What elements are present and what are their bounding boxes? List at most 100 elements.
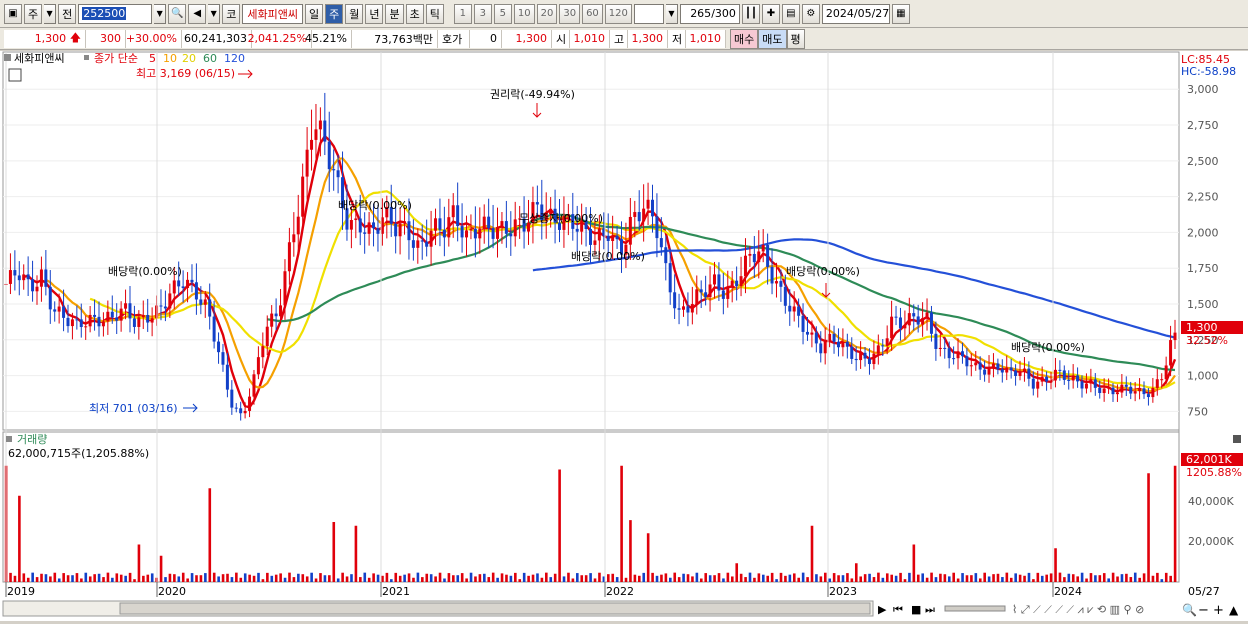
- legend-ma-10: 10: [163, 52, 177, 65]
- expand-icon[interactable]: ▲: [1229, 603, 1239, 617]
- period-day[interactable]: 일: [304, 3, 324, 24]
- volume-bar: [248, 574, 251, 582]
- close-icon[interactable]: [1233, 435, 1241, 443]
- candle-body: [1062, 370, 1066, 380]
- candle-body: [234, 407, 238, 409]
- save-icon[interactable]: ▤: [781, 3, 800, 24]
- period-minute[interactable]: 분: [385, 3, 404, 24]
- volume-bar: [695, 572, 699, 582]
- interval-dropdown-icon[interactable]: ▼: [665, 3, 678, 24]
- candle-body: [615, 235, 619, 240]
- volume-bar: [496, 577, 499, 582]
- buy-button[interactable]: 매수: [730, 28, 759, 49]
- candle-body: [947, 348, 951, 359]
- interval-3[interactable]: 3: [473, 3, 492, 24]
- candle-body: [996, 363, 1000, 370]
- interval-10[interactable]: 10: [513, 3, 535, 24]
- volume-bar: [784, 575, 787, 582]
- candle-body: [814, 332, 818, 344]
- interval-1[interactable]: 1: [453, 3, 472, 24]
- window-icon[interactable]: ▣: [4, 3, 22, 24]
- volume-bar: [26, 577, 30, 582]
- period-year[interactable]: 년: [365, 3, 384, 24]
- calculator-icon[interactable]: [8, 68, 22, 82]
- stock-code-input[interactable]: 252500: [78, 3, 153, 24]
- volume-bar: [1173, 465, 1177, 582]
- period-second[interactable]: 초: [405, 3, 424, 24]
- crosshair-icon[interactable]: ✚: [761, 3, 780, 24]
- volume-bar: [478, 574, 482, 582]
- rewind-icon[interactable]: ⏮: [893, 603, 903, 616]
- scroll-thumb[interactable]: [119, 602, 871, 615]
- period-tick[interactable]: 틱: [425, 3, 444, 24]
- volume-bar: [536, 573, 539, 582]
- volume-bar: [186, 578, 189, 582]
- price-tick: 2,000: [1187, 226, 1219, 239]
- drawing-tools-icon[interactable]: ⌇ ⤢ ⟋ ⟋ ⟋ ⟋ ⩘ ⩗ ⟲ ▥ ⚲ ⊘: [1012, 603, 1144, 616]
- eval-button[interactable]: 평: [786, 28, 805, 49]
- candle-body: [828, 333, 832, 342]
- volume-bar: [266, 572, 269, 582]
- stock-type-button[interactable]: 코: [222, 3, 241, 24]
- candle-body: [628, 216, 632, 245]
- gear-icon[interactable]: ⚙: [801, 3, 820, 24]
- volume-bar: [1125, 573, 1128, 582]
- volume-bar: [686, 574, 690, 582]
- volume-bar: [956, 578, 960, 582]
- candle-body: [704, 292, 708, 298]
- zoom-in-icon[interactable]: +: [1213, 603, 1224, 618]
- zoom-out-icon[interactable]: −: [1198, 603, 1209, 618]
- volume-bar: [841, 575, 845, 582]
- chart-area[interactable]: 3,000 2,750 2,500 2,250 2,000 1,750 1,500 1,250…: [0, 51, 1248, 621]
- volume-bar: [983, 572, 986, 582]
- volume-bar: [788, 574, 792, 582]
- volume-bar: [1169, 575, 1172, 582]
- volume-bar: [190, 573, 194, 582]
- interval-60[interactable]: 60: [582, 3, 603, 24]
- candle-body: [199, 299, 203, 305]
- interval-120[interactable]: 120: [604, 3, 632, 24]
- volume-bar: [859, 576, 863, 582]
- candle-body: [106, 311, 110, 322]
- candle-body: [611, 235, 615, 241]
- speaker-icon[interactable]: ◀: [188, 3, 207, 24]
- candle-type-icon[interactable]: ┃┃: [741, 3, 760, 24]
- stock-chart[interactable]: 3,0002,7502,5002,2502,0001,7501,5001,250…: [0, 51, 1248, 621]
- stop-icon[interactable]: ■: [911, 603, 921, 616]
- search-icon[interactable]: 🔍: [168, 3, 187, 24]
- candle-body: [912, 313, 916, 317]
- volume-bar: [505, 574, 508, 582]
- interval-30[interactable]: 30: [559, 3, 581, 24]
- prev-button[interactable]: 전: [58, 3, 77, 24]
- date-input[interactable]: 2024/05/27: [821, 3, 890, 24]
- period-week[interactable]: 주: [325, 3, 344, 24]
- candle-body: [57, 306, 61, 312]
- zoom-icon[interactable]: 🔍: [1182, 602, 1197, 617]
- candle-body: [637, 212, 641, 222]
- interval-5[interactable]: 5: [493, 3, 512, 24]
- interval-custom-input[interactable]: [633, 3, 664, 24]
- volume-bar: [593, 578, 597, 582]
- period-month[interactable]: 월: [345, 3, 364, 24]
- interval-20[interactable]: 20: [536, 3, 558, 24]
- candle-body: [101, 321, 105, 327]
- speed-slider[interactable]: [944, 605, 1006, 612]
- volume-bar: [350, 574, 353, 582]
- sell-button[interactable]: 매도: [758, 28, 787, 49]
- candle-body: [500, 221, 504, 228]
- volume-bar: [323, 575, 327, 582]
- calendar-icon[interactable]: ▦: [891, 3, 910, 24]
- candle-body: [442, 229, 446, 238]
- volume-bar: [775, 579, 778, 582]
- volume-bar: [952, 572, 955, 582]
- play-icon[interactable]: ▶: [878, 603, 887, 616]
- count-input[interactable]: 265/300: [679, 3, 740, 24]
- volume-bar: [305, 576, 309, 582]
- forward-icon[interactable]: ⏭: [925, 603, 935, 616]
- candle-body: [460, 226, 464, 238]
- code-dropdown-icon[interactable]: ▼: [154, 3, 167, 24]
- speaker-dropdown-icon[interactable]: ▼: [208, 3, 221, 24]
- market-select[interactable]: 주: [24, 3, 43, 24]
- chevron-down-icon[interactable]: ▼: [44, 3, 57, 24]
- candle-body: [115, 317, 119, 321]
